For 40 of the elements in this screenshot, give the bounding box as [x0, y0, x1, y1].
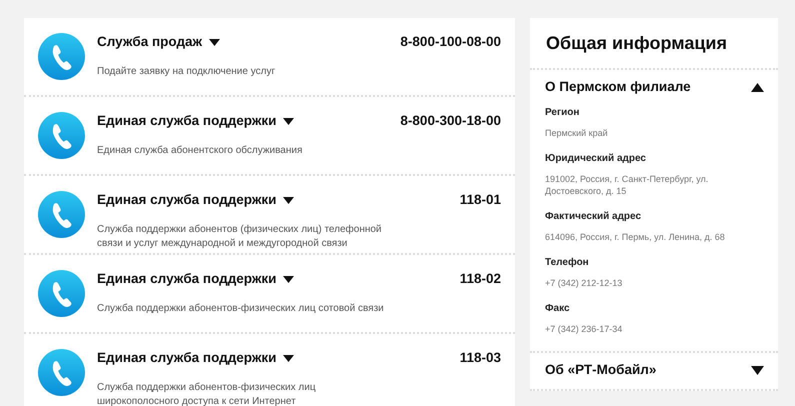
- phone-number: 8-800-100-08-00: [400, 33, 501, 51]
- service-description: Единая служба абонентского обслуживания: [97, 144, 304, 158]
- caret-icon: [283, 196, 294, 204]
- service-dropdown[interactable]: Единая служба поддержки: [97, 348, 294, 368]
- service-description: Служба поддержки абонентов-физических лиц сотовой связи: [97, 302, 385, 316]
- caret-icon: [283, 118, 294, 125]
- field-label: Фактический адрес: [545, 210, 642, 224]
- field-value: 191002, Россия, г. Санкт-Петербург, ул. Достоевского, д. 15: [545, 173, 710, 198]
- phone-number: 118-03: [460, 349, 501, 367]
- caret-icon: [283, 276, 294, 283]
- phone-number: 8-800-300-18-00: [400, 112, 501, 130]
- field-value: Пермский край: [545, 127, 609, 140]
- service-dropdown[interactable]: Служба продаж: [97, 32, 220, 52]
- phone-icon: [38, 191, 85, 238]
- field-label: Регион: [545, 106, 580, 120]
- service-description: Служба поддержки абонентов (физических лиц) телефонной связи и услуг международной и междугородной связи: [97, 223, 383, 252]
- service-dropdown[interactable]: Единая служба поддержки: [97, 269, 294, 290]
- panel-title: Общая информация: [530, 18, 778, 70]
- phone-number: 118-01: [460, 191, 501, 209]
- expand-icon: [751, 366, 764, 375]
- caret-icon: [209, 38, 220, 46]
- phone-number: 118-02: [460, 270, 501, 288]
- field-value: 614096, Россия, г. Пермь, ул. Ленина, д. 68: [545, 231, 726, 244]
- service-dropdown[interactable]: Единая служба поддержки: [97, 111, 294, 132]
- field-label: Факс: [545, 302, 571, 316]
- phone-icon: [38, 349, 85, 396]
- phone-icon: [38, 112, 85, 159]
- phone-icon: [38, 33, 85, 80]
- service-description: Служба поддержки абонентов-физических лиц широкополосного доступа к сети Интернет: [97, 381, 317, 406]
- phone-icon: [38, 270, 85, 317]
- section-header[interactable]: Об «РТ-Мобайл»: [530, 353, 778, 388]
- field-label: Телефон: [545, 256, 590, 270]
- service-dropdown[interactable]: Единая служба поддержки: [97, 190, 294, 210]
- collapse-icon: [751, 82, 764, 92]
- field-label: Юридический адрес: [545, 152, 647, 166]
- field-value: +7 (342) 236-17-34: [545, 323, 624, 336]
- field-value: +7 (342) 212-12-13: [545, 277, 624, 290]
- caret-icon: [283, 354, 294, 362]
- section-header[interactable]: О Пермском филиале: [530, 70, 778, 106]
- service-description: Подайте заявку на подключение услуг: [97, 65, 276, 80]
